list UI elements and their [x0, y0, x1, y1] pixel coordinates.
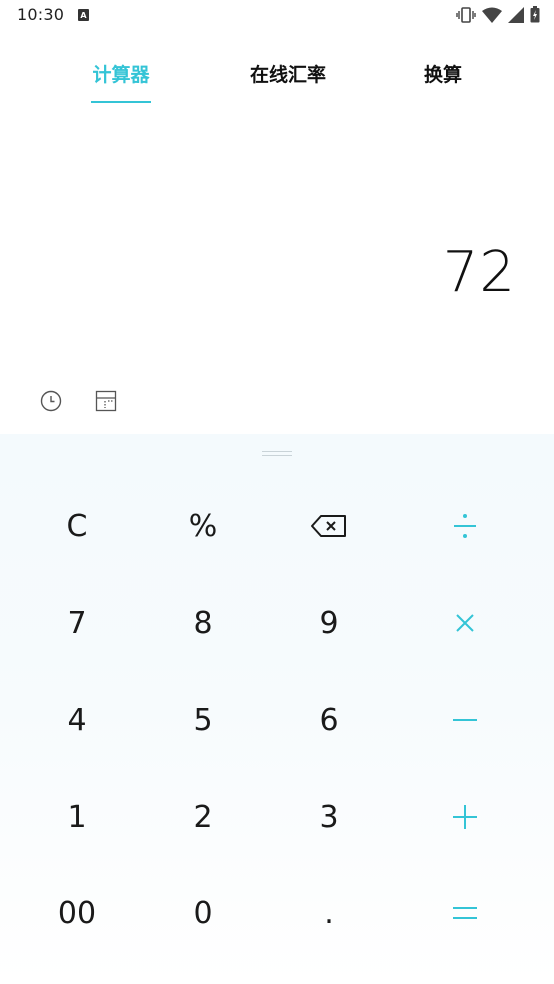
digit-3-button[interactable]: 3 — [269, 772, 389, 862]
battery-icon — [530, 6, 540, 23]
result-display: 72 — [442, 240, 516, 305]
digit-1-button[interactable]: 1 — [17, 772, 137, 862]
digit-7-button[interactable]: 7 — [17, 578, 137, 668]
digit-8-button[interactable]: 8 — [143, 578, 263, 668]
digit-9-button[interactable]: 9 — [269, 578, 389, 668]
tab-active-indicator — [91, 101, 151, 103]
digit-4-button[interactable]: 4 — [17, 675, 137, 765]
layout-icon[interactable] — [95, 390, 117, 412]
status-icons — [456, 6, 540, 23]
status-time: 10:30 — [17, 5, 65, 24]
digit-6-button[interactable]: 6 — [269, 675, 389, 765]
vibrate-icon — [456, 6, 476, 23]
multiply-button[interactable] — [405, 578, 525, 668]
signal-icon — [508, 6, 524, 23]
decimal-button[interactable]: . — [269, 868, 389, 958]
digit-5-button[interactable]: 5 — [143, 675, 263, 765]
clear-button[interactable]: C — [17, 481, 137, 571]
percent-button[interactable]: % — [143, 481, 263, 571]
notification-icon: A — [78, 9, 89, 21]
tab-bar: 计算器 在线汇率 换算 — [0, 60, 554, 108]
divide-button[interactable] — [405, 481, 525, 571]
clock-icon[interactable] — [40, 390, 62, 412]
divide-icon — [454, 514, 476, 538]
backspace-button[interactable] — [269, 481, 389, 571]
drag-handle[interactable] — [262, 451, 292, 456]
multiply-icon — [456, 614, 474, 632]
minus-icon — [453, 719, 477, 721]
tab-calculator[interactable]: 计算器 — [90, 60, 152, 87]
plus-icon — [453, 805, 477, 829]
subtract-button[interactable] — [405, 675, 525, 765]
backspace-icon — [311, 515, 346, 537]
equals-icon — [453, 907, 477, 919]
digit-2-button[interactable]: 2 — [143, 772, 263, 862]
tab-conversion[interactable]: 换算 — [421, 60, 465, 87]
equals-button[interactable] — [405, 868, 525, 958]
tab-exchange-rate[interactable]: 在线汇率 — [245, 60, 331, 87]
digit-0-button[interactable]: 0 — [143, 868, 263, 958]
add-button[interactable] — [405, 772, 525, 862]
wifi-icon — [482, 7, 502, 23]
double-zero-button[interactable]: 00 — [17, 868, 137, 958]
status-bar: 10:30 A — [0, 0, 554, 32]
